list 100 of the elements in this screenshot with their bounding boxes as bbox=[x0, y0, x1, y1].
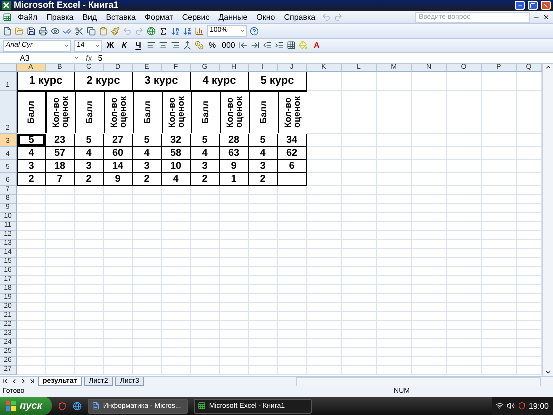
table-cell: 7 bbox=[46, 173, 75, 186]
menu-item[interactable]: Правка bbox=[44, 12, 77, 22]
horizontal-scrollbar[interactable] bbox=[296, 376, 541, 386]
vertical-scrollbar[interactable] bbox=[542, 64, 553, 376]
italic-button[interactable]: К bbox=[119, 40, 130, 51]
table-cell: 23 bbox=[46, 134, 75, 147]
thousands-button[interactable]: 000 bbox=[221, 40, 236, 51]
shield-icon[interactable] bbox=[518, 402, 526, 410]
new-file-icon[interactable] bbox=[3, 26, 12, 36]
help-icon[interactable] bbox=[250, 26, 259, 36]
table-cell: 62 bbox=[278, 147, 307, 160]
close-icon bbox=[543, 2, 549, 8]
align-right-icon[interactable] bbox=[171, 41, 180, 50]
sort-ascending-icon[interactable] bbox=[171, 26, 180, 36]
indent-icon[interactable] bbox=[275, 41, 284, 50]
next-sheet-icon[interactable] bbox=[20, 378, 27, 385]
menu-item[interactable]: Файл bbox=[15, 12, 41, 22]
table-cell: 63 bbox=[220, 147, 249, 160]
scroll-up-icon[interactable] bbox=[544, 64, 552, 71]
underline-button[interactable]: Ч bbox=[133, 40, 144, 51]
table-cell: Кол-во оценок bbox=[104, 91, 133, 133]
percent-button[interactable]: % bbox=[207, 40, 218, 51]
table-cell: 9 bbox=[104, 173, 133, 186]
first-sheet-icon[interactable] bbox=[2, 378, 9, 385]
menu-item[interactable]: Справка bbox=[281, 12, 319, 22]
start-button[interactable]: пуск bbox=[0, 397, 52, 415]
align-center-icon[interactable] bbox=[159, 41, 168, 50]
table-cell: 4 bbox=[191, 147, 220, 160]
table-cell: 5 bbox=[17, 134, 46, 147]
scroll-down-icon[interactable] bbox=[544, 369, 552, 376]
empty-cell[interactable] bbox=[278, 173, 307, 186]
table-cell: 2 курс bbox=[75, 72, 133, 91]
table-cell: 4 bbox=[249, 147, 278, 160]
network-icon[interactable] bbox=[496, 402, 504, 410]
align-left-icon[interactable] bbox=[147, 41, 156, 50]
menu-item[interactable]: Вставка bbox=[103, 12, 139, 22]
undo-icon[interactable] bbox=[123, 26, 132, 36]
globe-icon[interactable] bbox=[147, 26, 156, 36]
increase-decimal-icon[interactable] bbox=[251, 41, 260, 50]
table-cell: 3 bbox=[133, 160, 162, 173]
close-button[interactable] bbox=[541, 1, 551, 10]
sort-descending-icon[interactable] bbox=[183, 26, 192, 36]
outdent-icon[interactable] bbox=[263, 41, 272, 50]
currency-icon[interactable] bbox=[195, 41, 204, 50]
save-icon[interactable] bbox=[27, 26, 36, 36]
copy-icon[interactable] bbox=[87, 26, 96, 36]
minimize-button[interactable] bbox=[515, 1, 525, 10]
table-cell: 28 bbox=[220, 134, 249, 147]
volume-icon[interactable] bbox=[506, 402, 515, 410]
table-cell: 2 bbox=[249, 173, 278, 186]
table-cell: Кол-во оценок bbox=[220, 91, 249, 133]
table-cell: 3 bbox=[249, 160, 278, 173]
font-color-button[interactable]: A bbox=[311, 40, 322, 51]
table-cell: Кол-во оценок bbox=[162, 91, 191, 133]
table-cell: Балл bbox=[75, 91, 104, 133]
table-cell: 3 bbox=[75, 160, 104, 173]
menu-item[interactable]: Формат bbox=[142, 12, 176, 22]
merge-icon[interactable] bbox=[183, 41, 192, 50]
menu-item[interactable]: Окно bbox=[254, 12, 278, 22]
shield-icon[interactable] bbox=[58, 402, 68, 410]
table-cell: 3 bbox=[191, 160, 220, 173]
menu-item[interactable]: Вид bbox=[80, 12, 100, 22]
table-cell: 34 bbox=[278, 134, 307, 147]
bold-button[interactable]: Ж bbox=[105, 40, 116, 51]
spreadsheet-icon[interactable] bbox=[3, 12, 12, 22]
select-all-button[interactable] bbox=[0, 64, 17, 72]
table-cell: 2 bbox=[75, 173, 104, 186]
paintbrush-icon[interactable] bbox=[111, 26, 120, 36]
clock: 19:00 bbox=[528, 402, 549, 410]
borders-icon[interactable] bbox=[287, 41, 296, 50]
sum-icon[interactable] bbox=[159, 26, 168, 36]
maximize-icon bbox=[530, 2, 536, 8]
formula-field[interactable]: 5 bbox=[98, 54, 103, 62]
printer-icon[interactable] bbox=[39, 26, 48, 36]
maximize-button[interactable] bbox=[528, 1, 538, 10]
globe-icon[interactable] bbox=[73, 402, 82, 410]
redo-icon[interactable] bbox=[135, 26, 144, 36]
menu-item[interactable]: Сервис bbox=[179, 12, 213, 22]
minimize-icon bbox=[517, 2, 523, 8]
preview-icon[interactable] bbox=[51, 26, 60, 36]
table-cell: 4 bbox=[17, 147, 46, 160]
function-label[interactable]: fx bbox=[86, 54, 92, 62]
table-cell: 2 bbox=[191, 173, 220, 186]
name-box[interactable]: A3 bbox=[2, 54, 80, 62]
menu-item[interactable]: Данные bbox=[216, 12, 251, 22]
windows-flag-icon bbox=[6, 401, 16, 411]
undo-icon[interactable] bbox=[322, 12, 331, 22]
clipboard-icon[interactable] bbox=[99, 26, 108, 36]
scissors-icon[interactable] bbox=[75, 26, 84, 36]
table-cell: Балл bbox=[17, 91, 46, 133]
table-cell: 58 bbox=[162, 147, 191, 160]
folder-icon[interactable] bbox=[15, 26, 24, 36]
table-cell: 5 bbox=[191, 134, 220, 147]
chart-icon[interactable] bbox=[195, 26, 204, 36]
redo-icon[interactable] bbox=[334, 12, 343, 22]
last-sheet-icon[interactable] bbox=[29, 378, 36, 385]
previous-sheet-icon[interactable] bbox=[11, 378, 18, 385]
spelling-icon[interactable] bbox=[63, 26, 72, 36]
close-icon[interactable] bbox=[543, 14, 550, 20]
decrease-decimal-icon[interactable] bbox=[239, 41, 248, 50]
